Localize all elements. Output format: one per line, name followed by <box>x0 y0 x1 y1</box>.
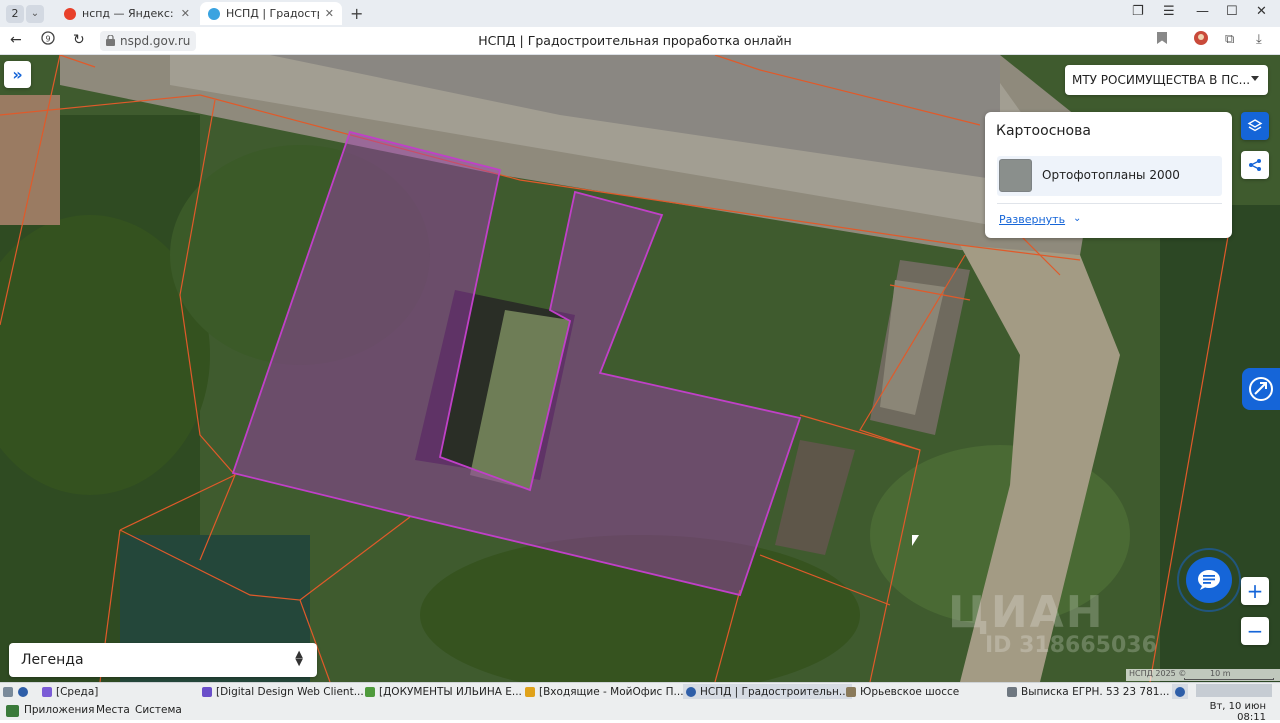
map-attribution: НСПД 2025 © 10 m <box>1126 669 1280 681</box>
yandex-favicon-icon <box>64 7 76 20</box>
browser-app-icon <box>686 686 696 697</box>
collections-icon[interactable]: ⧉ <box>1225 32 1234 47</box>
chat-button[interactable] <box>1186 557 1232 603</box>
yandex-browser-launcher-icon[interactable] <box>18 684 32 699</box>
show-desktop-icon[interactable] <box>3 684 17 699</box>
share-icon <box>1249 159 1261 171</box>
map-tools-icon <box>1249 377 1273 401</box>
tab-title: НСПД | Градостроит <box>226 7 319 20</box>
page-title: НСПД | Градостроительная проработка онла… <box>478 33 792 48</box>
cian-watermark-id: ID 318665036 <box>985 633 1157 658</box>
menu-icon[interactable]: ☰ <box>1163 4 1175 19</box>
taskbar-window-label: Выписка ЕГРН. 53 23 781... <box>1021 685 1170 698</box>
expand-basemap-link[interactable]: Развернуть <box>999 213 1065 226</box>
layers-button[interactable] <box>1241 112 1269 140</box>
zoom-in-button[interactable]: + <box>1241 577 1269 605</box>
chat-icon <box>1198 570 1220 590</box>
taskbar-window-documents[interactable]: [ДОКУМЕНТЫ ИЛЬИНА Е... <box>365 684 522 699</box>
basemap-item-label: Ортофотопланы 2000 <box>1042 168 1180 182</box>
tab-nspd[interactable]: НСПД | Градостроит ✕ <box>200 2 342 25</box>
os-taskbar: [Среда] [Digital Design Web Client... [Д… <box>0 682 1280 723</box>
taskbar-window-sreda[interactable]: [Среда] <box>42 684 98 699</box>
minimize-button[interactable]: — <box>1196 4 1209 19</box>
cian-watermark: ЦИАН <box>948 587 1105 638</box>
taskbar-window-label: Юрьевское шоссе <box>860 685 960 698</box>
expand-panel-button[interactable]: » <box>4 61 31 88</box>
folder-app-icon <box>846 686 856 697</box>
taskbar-window-egrn[interactable]: Выписка ЕГРН. 53 23 781... <box>1007 684 1169 699</box>
scale-bar <box>1184 678 1274 680</box>
nspd-favicon-icon <box>208 7 220 20</box>
window-list: [Среда] [Digital Design Web Client... [Д… <box>0 683 1280 700</box>
extension-icon[interactable] <box>1193 30 1209 50</box>
tabs-icon[interactable]: ❐ <box>1132 4 1144 19</box>
basemap-panel: Картооснова Ортофотопланы 2000 Развернут… <box>985 112 1232 238</box>
menu-places[interactable]: Места <box>96 704 130 716</box>
close-icon[interactable]: ✕ <box>325 7 334 20</box>
legend-label: Легенда <box>21 652 84 668</box>
download-icon[interactable]: ⤓ <box>1256 32 1262 47</box>
basemap-item-orthophoto[interactable]: Ортофотопланы 2000 <box>997 156 1222 196</box>
legend-panel[interactable]: Легенда ▲ ▼ <box>9 643 317 677</box>
taskbar-window-label: НСПД | Градостроительн... <box>700 685 849 698</box>
map-canvas[interactable]: » МТУ РОСИМУЩЕСТВА В ПС... Картооснова О… <box>0 55 1280 682</box>
digital-design-app-icon <box>202 686 212 697</box>
sreda-app-icon <box>42 686 52 697</box>
taskbar-window-label: [Digital Design Web Client... <box>216 685 364 698</box>
clock-time: 08:11 <box>1237 712 1266 723</box>
layers-icon <box>1247 119 1263 132</box>
divider <box>997 203 1222 204</box>
bookmark-icon[interactable] <box>1157 32 1167 48</box>
taskbar-window-yurievskoe[interactable]: Юрьевское шоссе <box>846 684 959 699</box>
tab-title: нспд — Яндекс: нашло <box>82 7 175 20</box>
close-window-button[interactable]: ✕ <box>1256 4 1267 19</box>
attribution-text: НСПД 2025 © <box>1129 669 1187 678</box>
app-menu-icon[interactable] <box>6 705 19 717</box>
taskbar-window-digital-design[interactable]: [Digital Design Web Client... <box>202 684 364 699</box>
share-button[interactable] <box>1241 151 1269 179</box>
taskbar-yandex-icon[interactable] <box>1172 684 1188 699</box>
zoom-out-button[interactable]: − <box>1241 617 1269 645</box>
menu-system[interactable]: Система <box>135 704 182 716</box>
orthophoto-thumbnail <box>999 159 1032 192</box>
mouse-cursor-icon <box>912 535 919 546</box>
basemap-title: Картооснова <box>996 123 1091 139</box>
viewer-app-icon <box>1007 686 1017 697</box>
taskbar-window-label: [Входящие - МойОфис П... <box>539 685 684 698</box>
scale-label: 10 m <box>1210 669 1231 678</box>
browser-tab-bar: 2 ⌄ нспд — Яндекс: нашло ✕ НСПД | Градос… <box>0 0 1280 27</box>
new-tab-button[interactable]: + <box>350 4 363 23</box>
tab-yandex-search[interactable]: нспд — Яндекс: нашло ✕ <box>56 2 198 25</box>
taskbar-window-inbox[interactable]: [Входящие - МойОфис П... <box>525 684 684 699</box>
taskbar-window-label: [Среда] <box>56 685 99 698</box>
organization-select[interactable]: МТУ РОСИМУЩЕСТВА В ПС... <box>1065 65 1268 95</box>
menu-applications[interactable]: Приложения <box>24 704 94 716</box>
workspace-switcher[interactable] <box>1196 684 1272 697</box>
side-panel-tab[interactable] <box>1242 368 1280 410</box>
chevron-down-icon[interactable]: ⌄ <box>26 4 44 23</box>
document-app-icon <box>365 686 375 697</box>
address-bar: ← 9 ↻ nspd.gov.ru НСПД | Градостроительн… <box>0 27 1280 55</box>
system-menu-bar: Приложения Места Система Вт, 10 июн 08:1… <box>0 701 1280 723</box>
taskbar-window-label: [ДОКУМЕНТЫ ИЛЬИНА Е... <box>379 685 522 698</box>
chevron-down-icon[interactable]: ⌄ <box>1073 213 1081 224</box>
chevron-down-icon <box>1251 76 1259 81</box>
tab-counter[interactable]: 2 <box>6 4 24 23</box>
taskbar-window-nspd[interactable]: НСПД | Градостроительн... <box>683 684 852 699</box>
mail-app-icon <box>525 686 535 697</box>
maximize-button[interactable]: ☐ <box>1226 4 1238 19</box>
close-icon[interactable]: ✕ <box>181 7 190 20</box>
expand-collapse-icon: ▲ ▼ <box>295 649 303 668</box>
organization-select-value: МТУ РОСИМУЩЕСТВА В ПС... <box>1072 73 1251 87</box>
clock-date: Вт, 10 июн <box>1209 701 1266 712</box>
